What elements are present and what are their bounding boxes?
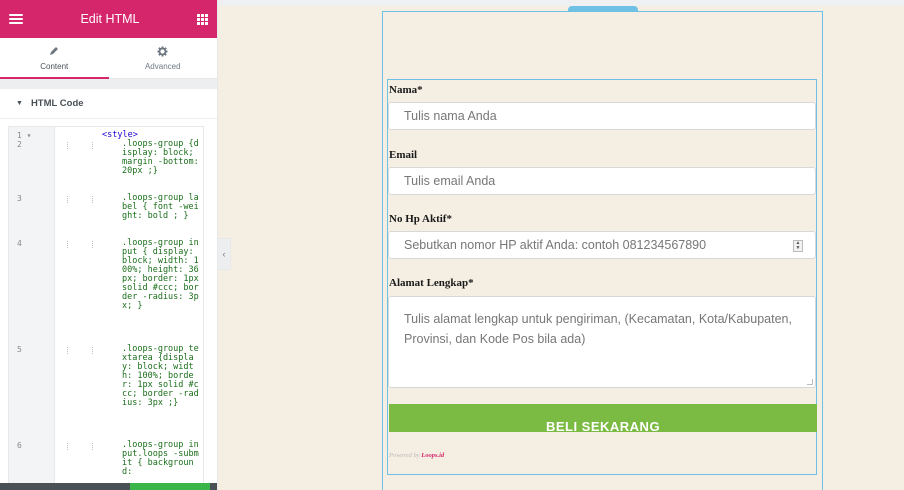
- section-handle[interactable]: [568, 6, 638, 11]
- section-html-code[interactable]: ▼ HTML Code: [0, 89, 217, 119]
- email-input[interactable]: Tulis email Anda: [388, 167, 816, 195]
- code-editor[interactable]: 1 ▾ <style> 2 .loops-group {display: blo…: [8, 126, 204, 490]
- code-gutter: [9, 127, 55, 489]
- chevron-left-icon: ‹: [222, 249, 226, 259]
- line-number: 3: [17, 194, 22, 203]
- resize-grip-icon[interactable]: [807, 379, 813, 385]
- email-label: Email: [389, 149, 418, 161]
- preview-top-strip: [218, 0, 904, 6]
- powered-by: Powered by Loops.id: [389, 452, 445, 459]
- line-number: 1 ▾: [17, 131, 32, 140]
- code-text: .loops-group textarea {display: block; w…: [122, 344, 199, 408]
- panel-divider: [0, 79, 217, 89]
- menu-icon[interactable]: [9, 14, 23, 24]
- line-number: 4: [17, 239, 22, 248]
- update-button[interactable]: [130, 483, 210, 490]
- line-number: 5: [17, 345, 22, 354]
- address-textarea[interactable]: Tulis alamat lengkap untuk pengiriman, (…: [388, 296, 816, 388]
- name-label: Nama*: [389, 84, 423, 96]
- panel-tabs: Content Advanced: [0, 38, 217, 79]
- pencil-icon: [49, 45, 59, 57]
- widgets-grid-icon[interactable]: [196, 13, 208, 25]
- panel-title: Edit HTML: [80, 12, 140, 26]
- name-input[interactable]: Tulis nama Anda: [388, 102, 816, 130]
- section-title: HTML Code: [30, 98, 84, 109]
- code-text: .loops-group input { display: block; wid…: [122, 238, 204, 311]
- buy-now-button[interactable]: BELI SEKARANG: [389, 404, 817, 432]
- code-text: .loops-group {display: block; margin -bo…: [122, 139, 204, 176]
- tab-content-label: Content: [40, 62, 69, 71]
- caret-down-icon: ▼: [16, 100, 23, 107]
- tab-content[interactable]: Content: [0, 38, 109, 79]
- tab-advanced-label: Advanced: [144, 62, 181, 71]
- panel-header: Edit HTML: [0, 0, 217, 38]
- collapse-panel-button[interactable]: ‹: [218, 238, 231, 270]
- editor-panel: Edit HTML Content Advanced ▼ HTML Code 1…: [0, 0, 218, 490]
- code-text: .loops-group input.loops -submit { backg…: [122, 440, 199, 477]
- phone-input[interactable]: Sebutkan nomor HP aktif Anda: contoh 081…: [388, 231, 816, 259]
- buy-now-label: BELI SEKARANG: [545, 419, 661, 432]
- tab-advanced[interactable]: Advanced: [109, 38, 218, 78]
- address-placeholder: Tulis alamat lengkap untuk pengiriman, (…: [404, 312, 792, 346]
- gear-icon: [157, 45, 168, 57]
- line-number: 2: [17, 140, 22, 149]
- line-number: 6: [17, 441, 22, 450]
- name-placeholder: Tulis nama Anda: [404, 109, 497, 123]
- number-spinner-icon[interactable]: ▲ ▼: [793, 240, 803, 252]
- brand-link[interactable]: Loops.id: [421, 452, 444, 459]
- phone-label: No Hp Aktif*: [389, 213, 452, 225]
- email-placeholder: Tulis email Anda: [404, 174, 496, 188]
- phone-placeholder: Sebutkan nomor HP aktif Anda: contoh 081…: [404, 238, 707, 252]
- address-label: Alamat Lengkap*: [389, 277, 474, 289]
- code-text: .loops-group label { font -weight: bold …: [122, 193, 199, 221]
